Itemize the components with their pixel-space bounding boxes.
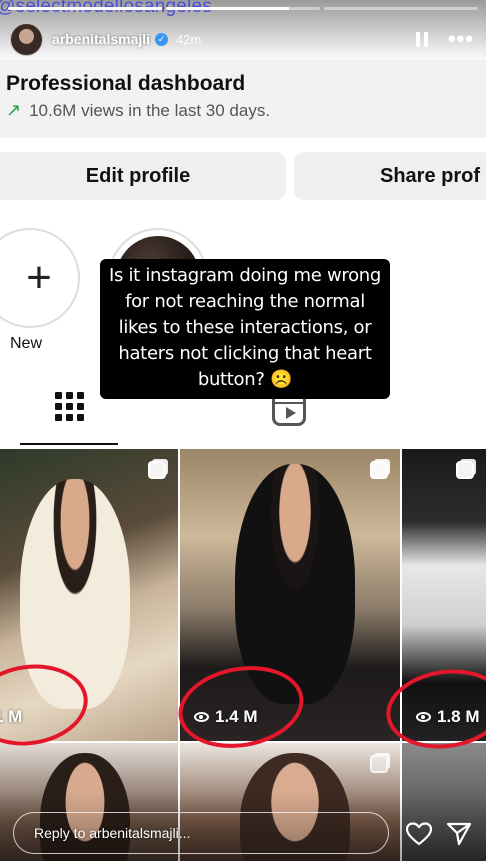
- send-icon[interactable]: [446, 822, 472, 851]
- header-controls: •••: [415, 28, 474, 50]
- story-viewer: @selectmodellosangeles arbenitalsmajli ✓…: [0, 0, 486, 861]
- post-views-count: 1.8 M: [437, 707, 480, 726]
- carousel-icon: [148, 461, 166, 479]
- arrow-up-right-icon: ↗: [6, 100, 22, 120]
- plus-icon: +: [26, 253, 52, 302]
- post-views: 1.4 M: [194, 707, 258, 727]
- avatar[interactable]: [10, 22, 43, 56]
- post-tile[interactable]: 1.4 M: [180, 449, 400, 741]
- story-header: arbenitalsmajli ✓ 42m •••: [10, 22, 474, 56]
- post-views-count: 1.4 M: [215, 707, 258, 726]
- dashboard-views: ↗ 10.6M views in the last 30 days.: [6, 100, 270, 121]
- pause-icon[interactable]: [415, 31, 428, 47]
- dashboard-title: Professional dashboard: [6, 72, 246, 95]
- post-views: 1.8 M: [416, 707, 480, 727]
- post-views: 1 M: [0, 707, 22, 727]
- story-time: 42m: [176, 31, 202, 47]
- grid-icon: [55, 392, 84, 421]
- post-tile[interactable]: 1.8 M: [402, 449, 486, 741]
- dashboard-views-text: 10.6M views in the last 30 days.: [29, 100, 271, 120]
- verified-badge-icon: ✓: [155, 32, 169, 46]
- professional-dashboard[interactable]: Professional dashboard ↗ 10.6M views in …: [0, 60, 486, 138]
- active-tab-indicator: [20, 443, 118, 445]
- post-tile[interactable]: 1 M: [0, 449, 178, 741]
- story-username[interactable]: arbenitalsmajli: [52, 31, 150, 47]
- eye-icon: [416, 712, 431, 722]
- story-caption: Is it instagram doing me wrong for not r…: [100, 259, 390, 399]
- carousel-icon: [370, 461, 388, 479]
- share-profile-button[interactable]: Share prof: [294, 152, 486, 200]
- post-views-count: 1 M: [0, 707, 23, 726]
- story-progress: [8, 7, 478, 10]
- progress-segment: [324, 7, 478, 10]
- tab-grid[interactable]: [55, 392, 84, 421]
- heart-icon[interactable]: [405, 822, 433, 851]
- edit-profile-button[interactable]: Edit profile: [0, 152, 286, 200]
- progress-segment: [166, 7, 320, 10]
- carousel-icon: [456, 461, 474, 479]
- carousel-icon: [370, 755, 388, 773]
- reply-input[interactable]: Reply to arbenitalsmajli...: [13, 812, 389, 854]
- more-options-icon[interactable]: •••: [448, 28, 474, 50]
- new-highlight-label: New: [10, 335, 43, 352]
- progress-segment: [8, 7, 162, 10]
- eye-icon: [194, 712, 209, 722]
- new-highlight-button[interactable]: +: [0, 228, 80, 328]
